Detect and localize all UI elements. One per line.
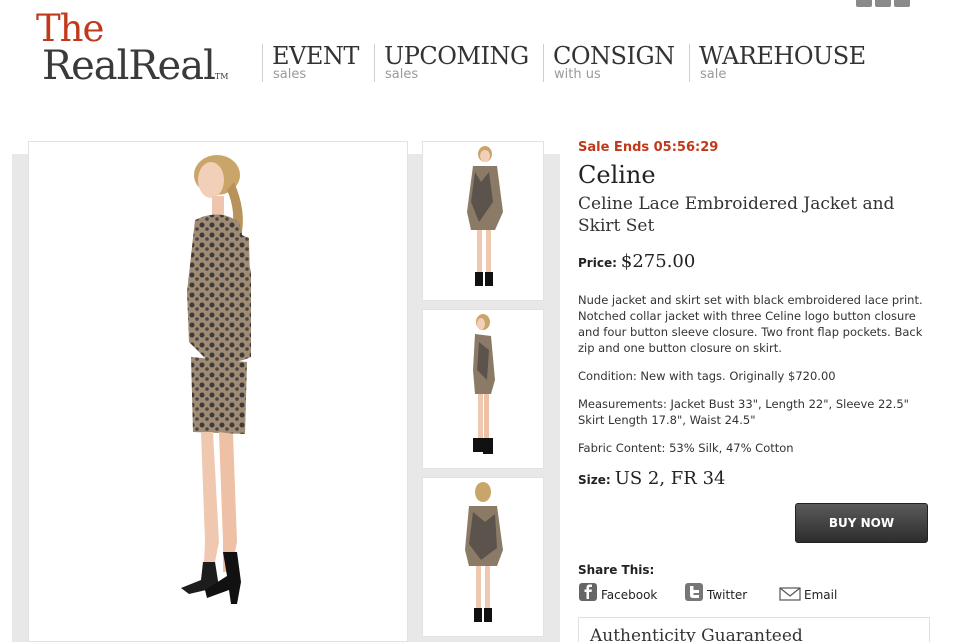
twitter-icon	[685, 583, 703, 601]
size-row: Size: US 2, FR 34	[578, 468, 930, 489]
product-brand[interactable]: Celine	[578, 161, 930, 189]
price-row: Price: $275.00	[578, 251, 930, 272]
facebook-icon[interactable]	[875, 0, 891, 7]
main-nav: EVENT sales UPCOMING sales CONSIGN with …	[262, 42, 866, 82]
nav-consign[interactable]: CONSIGN with us	[543, 44, 689, 82]
share-facebook-label: Facebook	[601, 588, 658, 602]
nav-event-label: EVENT	[272, 42, 359, 70]
share-email-link[interactable]: Email	[779, 582, 837, 602]
product-condition: Condition: New with tags. Originally $72…	[578, 369, 836, 383]
share-twitter-link[interactable]: Twitter	[684, 582, 779, 602]
facebook-icon	[579, 583, 597, 601]
rss-icon[interactable]	[856, 0, 872, 7]
logo-realreal: RealRealTM	[42, 46, 229, 96]
nav-event-sales[interactable]: EVENT sales	[262, 44, 374, 82]
model-figure-main	[181, 155, 251, 604]
logo-the: The	[36, 7, 104, 50]
model-figure-thumb-side	[473, 314, 495, 454]
thumbnail-1[interactable]	[422, 141, 544, 301]
model-figure-thumb-back	[465, 482, 503, 622]
authenticity-box: Authenticity Guaranteed	[578, 617, 930, 642]
product-price: $275.00	[620, 251, 696, 272]
main-product-image[interactable]	[28, 141, 408, 642]
product-description: Nude jacket and skirt set with black emb…	[578, 293, 923, 355]
thumbnail-3[interactable]	[422, 477, 544, 637]
logo-realreal-text: RealReal	[42, 43, 216, 89]
share-twitter-label: Twitter	[707, 588, 748, 602]
buy-now-button[interactable]: BUY NOW	[795, 503, 928, 543]
nav-upcoming-label: UPCOMING	[384, 42, 529, 70]
size-label: Size:	[578, 473, 611, 487]
price-label: Price:	[578, 256, 617, 270]
logo-tm: TM	[214, 72, 229, 81]
email-icon	[779, 587, 801, 601]
product-size: US 2, FR 34	[614, 468, 726, 489]
twitter-icon[interactable]	[894, 0, 910, 7]
model-figure-thumb-front	[467, 146, 503, 286]
nav-warehouse-sale[interactable]: WAREHOUSE sale	[689, 42, 866, 82]
nav-upcoming-sales[interactable]: UPCOMING sales	[374, 44, 543, 82]
product-info: Sale Ends 05:56:29 Celine Celine Lace Em…	[578, 140, 930, 489]
authenticity-heading: Authenticity Guaranteed	[590, 626, 803, 642]
nav-consign-label: CONSIGN	[553, 42, 675, 70]
product-description-block: Nude jacket and skirt set with black emb…	[578, 292, 930, 456]
sale-countdown: Sale Ends 05:56:29	[578, 140, 719, 155]
nav-warehouse-label: WAREHOUSE	[699, 42, 866, 70]
share-links: Facebook Twitter Email	[578, 582, 837, 602]
top-social-icons	[856, 0, 910, 7]
site-logo[interactable]: The RealRealTM	[36, 10, 228, 96]
share-section: Share This: Facebook Twitter Email	[578, 563, 837, 602]
share-title: Share This:	[578, 563, 655, 577]
product-fabric: Fabric Content: 53% Silk, 47% Cotton	[578, 441, 794, 455]
share-email-label: Email	[804, 588, 838, 602]
thumbnail-2[interactable]	[422, 309, 544, 469]
share-facebook-link[interactable]: Facebook	[578, 582, 684, 602]
product-title: Celine Lace Embroidered Jacket and Skirt…	[578, 194, 895, 236]
product-measurements: Measurements: Jacket Bust 33", Length 22…	[578, 397, 909, 427]
